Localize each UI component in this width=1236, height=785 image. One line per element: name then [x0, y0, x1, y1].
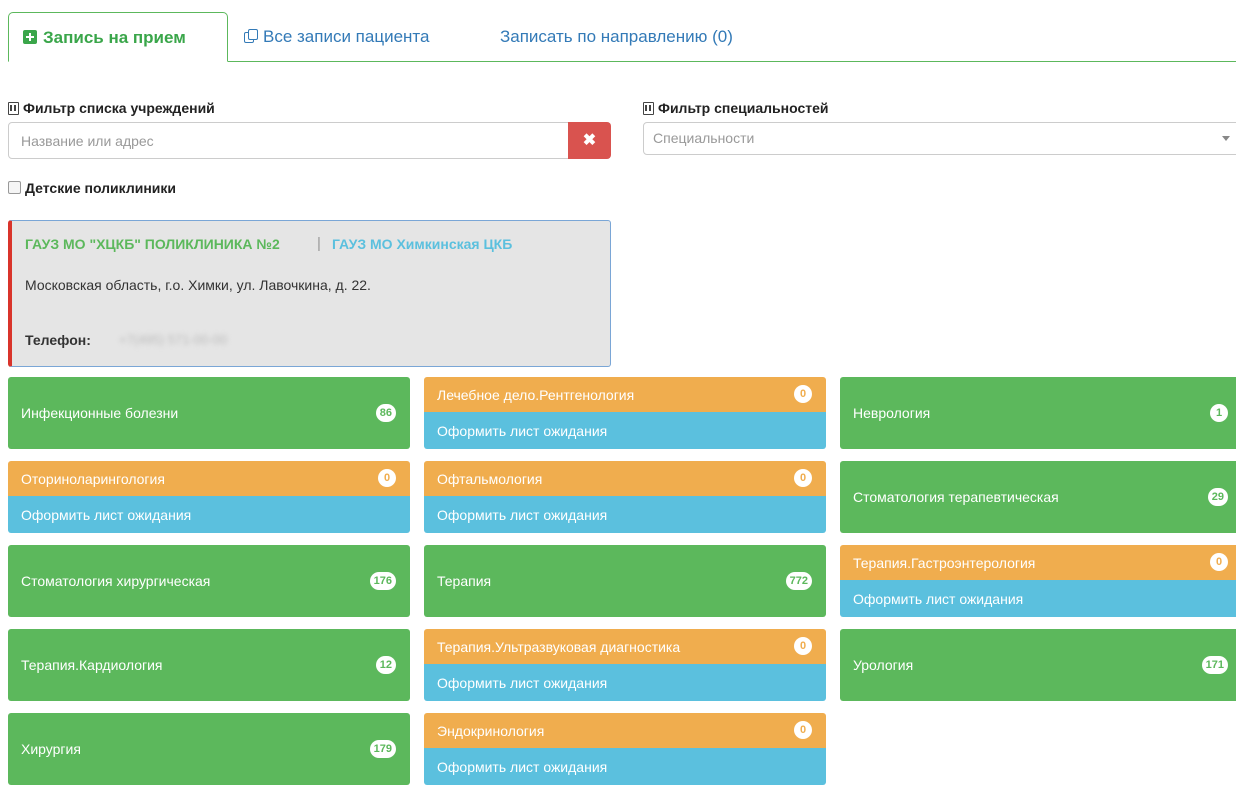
- specialty-name: Оториноларингология: [21, 471, 165, 487]
- specialty-tile: Оториноларингология 0 Оформить лист ожид…: [8, 461, 410, 533]
- slots-count-badge: 0: [794, 385, 812, 403]
- tab-book-label: Запись на прием: [43, 28, 186, 47]
- tab-book-appointment[interactable]: Запись на прием: [8, 12, 228, 62]
- slots-count-badge: 0: [378, 469, 396, 487]
- specialty-header: Терапия.Ультразвуковая диагностика 0: [424, 629, 826, 664]
- specialty-name: Неврология: [853, 405, 931, 421]
- slots-count-badge: 772: [785, 572, 812, 590]
- hospital-icon: [8, 102, 19, 115]
- specialty-header: Эндокринология 0: [424, 713, 826, 748]
- specialty-name: Стоматология терапевтическая: [853, 489, 1059, 505]
- slots-count-badge: 12: [375, 656, 396, 674]
- slots-count-badge: 0: [794, 469, 812, 487]
- slots-count-badge: 0: [794, 721, 812, 739]
- tab-all-appointments[interactable]: Все записи пациента: [244, 12, 429, 62]
- specialty-tile[interactable]: Хирургия 179: [8, 713, 410, 785]
- institution-search-input[interactable]: [8, 122, 570, 159]
- clinic-address: Московская область, г.о. Химки, ул. Лаво…: [25, 277, 371, 293]
- clear-search-button[interactable]: ✖: [568, 122, 611, 159]
- clinic-phone-label: Телефон:: [25, 332, 91, 348]
- slots-count-badge: 171: [1201, 656, 1228, 674]
- specialty-tile: Эндокринология 0 Оформить лист ожидания: [424, 713, 826, 785]
- slots-count-badge: 176: [369, 572, 396, 590]
- specialty-header: Оториноларингология 0: [8, 461, 410, 496]
- specialty-tile: Офтальмология 0 Оформить лист ожидания: [424, 461, 826, 533]
- specialty-tile[interactable]: Терапия 772: [424, 545, 826, 617]
- specialties-filter-label: Фильтр специальностей: [643, 100, 829, 116]
- specialty-name: Инфекционные болезни: [21, 405, 179, 421]
- waitlist-button[interactable]: Оформить лист ожидания: [424, 748, 826, 785]
- specialty-tile[interactable]: Стоматология терапевтическая 29: [840, 461, 1236, 533]
- specialty-name: Терапия.Ультразвуковая диагностика: [437, 639, 681, 655]
- slots-count-badge: 29: [1207, 488, 1228, 506]
- waitlist-label: Оформить лист ожидания: [437, 675, 608, 691]
- chevron-down-icon: [1222, 136, 1230, 141]
- kids-clinics-checkbox[interactable]: Детские поликлиники: [8, 180, 176, 196]
- specialty-name: Терапия: [437, 573, 492, 589]
- specialty-tile[interactable]: Стоматология хирургическая 176: [8, 545, 410, 617]
- specialties-placeholder: Специальности: [653, 130, 755, 146]
- specialty-tile[interactable]: Урология 171: [840, 629, 1236, 701]
- specialty-tile: Терапия.Ультразвуковая диагностика 0 Офо…: [424, 629, 826, 701]
- slots-count-badge: 0: [1210, 553, 1228, 571]
- tab-all-label: Все записи пациента: [263, 27, 430, 46]
- specialty-name: Хирургия: [21, 741, 81, 757]
- waitlist-label: Оформить лист ожидания: [437, 759, 608, 775]
- specialty-tile: Терапия.Гастроэнтерология 0 Оформить лис…: [840, 545, 1236, 617]
- slots-count-badge: 179: [369, 740, 396, 758]
- slots-count-badge: 0: [794, 637, 812, 655]
- tab-book-by-referral[interactable]: Записать по направлению (0): [500, 12, 733, 62]
- plus-square-icon: [23, 30, 37, 44]
- waitlist-button[interactable]: Оформить лист ожидания: [424, 412, 826, 449]
- specialty-header: Офтальмология 0: [424, 461, 826, 496]
- specialty-name: Эндокринология: [437, 723, 545, 739]
- specialty-tile[interactable]: Неврология 1: [840, 377, 1236, 449]
- specialties-filter-text: Фильтр специальностей: [658, 100, 829, 116]
- specialty-name: Терапия.Кардиология: [21, 657, 163, 673]
- specialty-tile[interactable]: Инфекционные болезни 86: [8, 377, 410, 449]
- checkbox-icon[interactable]: [8, 181, 21, 194]
- tabs-bar: Запись на прием Все записи пациента Запи…: [0, 0, 1236, 62]
- kids-clinics-label: Детские поликлиники: [25, 180, 177, 196]
- specialty-name: Лечебное дело.Рентгенология: [437, 387, 635, 403]
- clinic-parent-name[interactable]: ГАУЗ МО Химкинская ЦКБ: [332, 236, 512, 252]
- clinic-name[interactable]: ГАУЗ МО "ХЦКБ" ПОЛИКЛИНИКА №2: [25, 236, 280, 252]
- slots-count-badge: 1: [1210, 404, 1228, 422]
- waitlist-label: Оформить лист ожидания: [21, 507, 192, 523]
- waitlist-button[interactable]: Оформить лист ожидания: [8, 496, 410, 533]
- waitlist-label: Оформить лист ожидания: [437, 423, 608, 439]
- slots-count-badge: 86: [375, 404, 396, 422]
- specialty-tile: Лечебное дело.Рентгенология 0 Оформить л…: [424, 377, 826, 449]
- specialty-header: Лечебное дело.Рентгенология 0: [424, 377, 826, 412]
- copy-icon: [244, 29, 258, 43]
- institutions-filter-text: Фильтр списка учреждений: [23, 100, 215, 116]
- institutions-filter-label: Фильтр списка учреждений: [8, 100, 215, 116]
- specialty-name: Терапия.Гастроэнтерология: [853, 555, 1036, 571]
- specialty-name: Офтальмология: [437, 471, 543, 487]
- waitlist-label: Оформить лист ожидания: [437, 507, 608, 523]
- waitlist-label: Оформить лист ожидания: [853, 591, 1024, 607]
- specialty-header: Терапия.Гастроэнтерология 0: [840, 545, 1236, 580]
- waitlist-button[interactable]: Оформить лист ожидания: [424, 496, 826, 533]
- clinic-card[interactable]: ГАУЗ МО "ХЦКБ" ПОЛИКЛИНИКА №2 | ГАУЗ МО …: [8, 220, 611, 367]
- waitlist-button[interactable]: Оформить лист ожидания: [840, 580, 1236, 617]
- specialty-name: Стоматология хирургическая: [21, 573, 211, 589]
- specialties-select[interactable]: Специальности: [643, 122, 1236, 155]
- clinic-phone-value: +7(495) 571-00-00: [119, 332, 228, 347]
- specialty-tile[interactable]: Терапия.Кардиология 12: [8, 629, 410, 701]
- specialty-name: Урология: [853, 657, 914, 673]
- hospital-icon: [643, 102, 654, 115]
- waitlist-button[interactable]: Оформить лист ожидания: [424, 664, 826, 701]
- clinic-name-separator: |: [317, 235, 321, 252]
- tab-referral-label: Записать по направлению (0): [500, 27, 733, 46]
